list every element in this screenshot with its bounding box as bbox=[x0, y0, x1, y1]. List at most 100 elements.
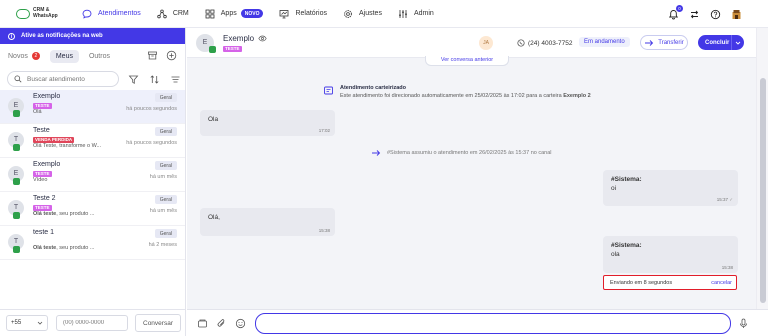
incoming-message[interactable]: Ola 17:02 bbox=[200, 110, 335, 136]
whatsapp-icon bbox=[13, 212, 20, 219]
conversation-time: há 2 meses bbox=[148, 242, 177, 248]
message-input[interactable] bbox=[255, 313, 731, 334]
enable-notifications-bar[interactable]: i Ative as notificações na web bbox=[0, 28, 185, 44]
search-icon bbox=[14, 75, 22, 83]
conversation-tag: VENDA PERDIDA bbox=[33, 136, 75, 143]
archive-icon[interactable] bbox=[147, 50, 158, 61]
agent-avatar[interactable]: JA bbox=[479, 36, 493, 50]
whatsapp-icon bbox=[13, 144, 20, 151]
conclude-button[interactable]: Concluir bbox=[698, 35, 744, 50]
nav-label: Apps bbox=[220, 10, 237, 17]
microphone-icon[interactable] bbox=[738, 318, 749, 329]
divider-text: #Sistema assumiu o atendimento em 26/02/… bbox=[387, 150, 552, 156]
conversation-item[interactable]: E Exemplo TESTE Vídeo Geral há um mês bbox=[0, 158, 185, 192]
add-conversation-icon[interactable] bbox=[166, 50, 177, 61]
tab-meus[interactable]: Meus bbox=[49, 49, 79, 63]
quick-replies-icon[interactable] bbox=[197, 318, 208, 329]
conversation-item[interactable]: T Teste 2 TESTE Olá teste, seu produto .… bbox=[0, 192, 185, 226]
whatsapp-icon bbox=[13, 110, 20, 117]
preview-bold: Olá teste bbox=[33, 245, 57, 251]
eye-icon[interactable] bbox=[258, 34, 267, 43]
help-icon[interactable] bbox=[710, 9, 721, 20]
chevron-down-icon[interactable] bbox=[731, 35, 744, 50]
contact-phone: (24) 4003-7752 bbox=[528, 39, 573, 47]
conversation-item[interactable]: T teste 1 Olá teste, seu produto ... Ger… bbox=[0, 226, 185, 260]
whatsapp-icon bbox=[209, 46, 216, 53]
nav-apps[interactable]: Apps NOVO bbox=[205, 0, 264, 28]
conversation-tag: TESTE bbox=[33, 102, 52, 109]
phone-number-input[interactable] bbox=[56, 315, 128, 331]
store-icon[interactable] bbox=[731, 9, 742, 20]
sort-icon[interactable] bbox=[149, 74, 160, 85]
conversation-time: há poucos segundos bbox=[126, 106, 177, 112]
status-badge: Em andamento bbox=[579, 37, 630, 47]
tab-outros[interactable]: Outros bbox=[89, 53, 110, 60]
arrow-right-icon bbox=[644, 39, 654, 47]
chat-header: E Exemplo TESTE JA (24) 4003-7752 Em and… bbox=[187, 28, 756, 58]
options-icon[interactable] bbox=[170, 74, 181, 85]
cancel-send-link[interactable]: cancelar bbox=[711, 280, 732, 286]
notification-count: 0 bbox=[676, 4, 683, 12]
tab-novos[interactable]: Novos 2 bbox=[8, 52, 40, 60]
conversation-preview: Olá bbox=[33, 109, 42, 115]
conversation-time: há um mês bbox=[149, 174, 177, 180]
scrollbar-thumb[interactable] bbox=[760, 78, 766, 303]
crm-nodes-icon bbox=[157, 9, 167, 19]
view-previous-conversation-link[interactable]: Ver conversa anterior bbox=[425, 56, 509, 66]
transfer-button[interactable]: Transferir bbox=[640, 35, 688, 50]
filter-icon[interactable] bbox=[128, 74, 139, 85]
search-input[interactable] bbox=[27, 75, 117, 83]
new-conversation-bar: +55 Conversar bbox=[0, 309, 186, 336]
whatsapp-icon bbox=[13, 178, 20, 185]
message-sender: #Sistema: bbox=[611, 176, 642, 183]
brand-logo[interactable]: CRM & WhatsApp bbox=[16, 7, 82, 19]
message-time: 15:37 ✓ bbox=[716, 197, 733, 202]
nav-label: Ajustes bbox=[358, 10, 382, 17]
carteira-icon bbox=[323, 85, 334, 99]
conversations-sidebar: i Ative as notificações na web Novos 2 M… bbox=[0, 28, 186, 336]
message-text: oi bbox=[611, 185, 617, 192]
carteira-system-event: Atendimento carteirizado Este atendiment… bbox=[323, 85, 591, 99]
contact-name[interactable]: Exemplo bbox=[223, 34, 254, 43]
carteira-name: Exemplo 2 bbox=[563, 93, 591, 99]
conversation-item[interactable]: E Exemplo TESTE Olá Geral há poucos segu… bbox=[0, 90, 185, 124]
nav-crm[interactable]: CRM bbox=[157, 0, 189, 28]
bell-icon[interactable]: 0 bbox=[668, 4, 683, 20]
nav-relatorios[interactable]: Relatórios bbox=[279, 0, 327, 28]
conversation-name: teste 1 bbox=[33, 229, 55, 236]
nav-admin[interactable]: Admin bbox=[398, 0, 434, 28]
incoming-message[interactable]: Olá, 15:38 bbox=[200, 208, 335, 236]
nav-atendimentos[interactable]: Atendimentos bbox=[82, 0, 141, 28]
chevron-down-icon bbox=[37, 320, 43, 326]
carteira-text: Este atendimento foi direcionado automat… bbox=[340, 93, 564, 99]
apps-grid-icon bbox=[205, 9, 215, 19]
message-composer bbox=[187, 309, 768, 336]
conversation-item[interactable]: T Teste VENDA PERDIDA Olá Teste, transfo… bbox=[0, 124, 185, 158]
chat-bubble-icon bbox=[82, 9, 92, 19]
emoji-icon[interactable] bbox=[235, 318, 246, 329]
conversation-time: há poucos segundos bbox=[126, 140, 177, 146]
search-box[interactable] bbox=[7, 71, 119, 87]
nav-label: Atendimentos bbox=[98, 10, 141, 17]
conversation-preview: Olá teste, seu produto ... bbox=[33, 211, 95, 217]
chat-scrollbar[interactable] bbox=[756, 28, 768, 309]
country-code-select[interactable]: +55 bbox=[6, 315, 48, 331]
nav-label: Relatórios bbox=[295, 10, 327, 17]
conversation-name: Teste bbox=[33, 127, 50, 134]
outgoing-message[interactable]: #Sistema: ola 15:38 bbox=[603, 236, 738, 273]
outgoing-message[interactable]: #Sistema: oi 15:37 ✓ bbox=[603, 170, 738, 206]
check-icon: ✓ bbox=[729, 197, 733, 202]
top-nav: CRM & WhatsApp Atendimentos CRM Apps NOV… bbox=[0, 0, 768, 28]
pending-text: Enviando em 8 segundos bbox=[610, 279, 673, 286]
queue-badge: Geral bbox=[154, 93, 177, 102]
swap-arrows-icon[interactable] bbox=[689, 9, 700, 20]
paperclip-icon[interactable] bbox=[216, 318, 227, 329]
start-conversation-button[interactable]: Conversar bbox=[135, 314, 181, 332]
message-sender: #Sistema: bbox=[611, 242, 642, 249]
arrow-right-icon bbox=[371, 149, 381, 157]
conversation-preview: Vídeo bbox=[33, 177, 48, 183]
whatsapp-icon bbox=[13, 246, 20, 253]
nav-ajustes[interactable]: Ajustes bbox=[343, 0, 382, 28]
conversation-tag: TESTE bbox=[33, 170, 52, 177]
conversation-preview: Olá teste, seu produto ... bbox=[33, 245, 95, 251]
